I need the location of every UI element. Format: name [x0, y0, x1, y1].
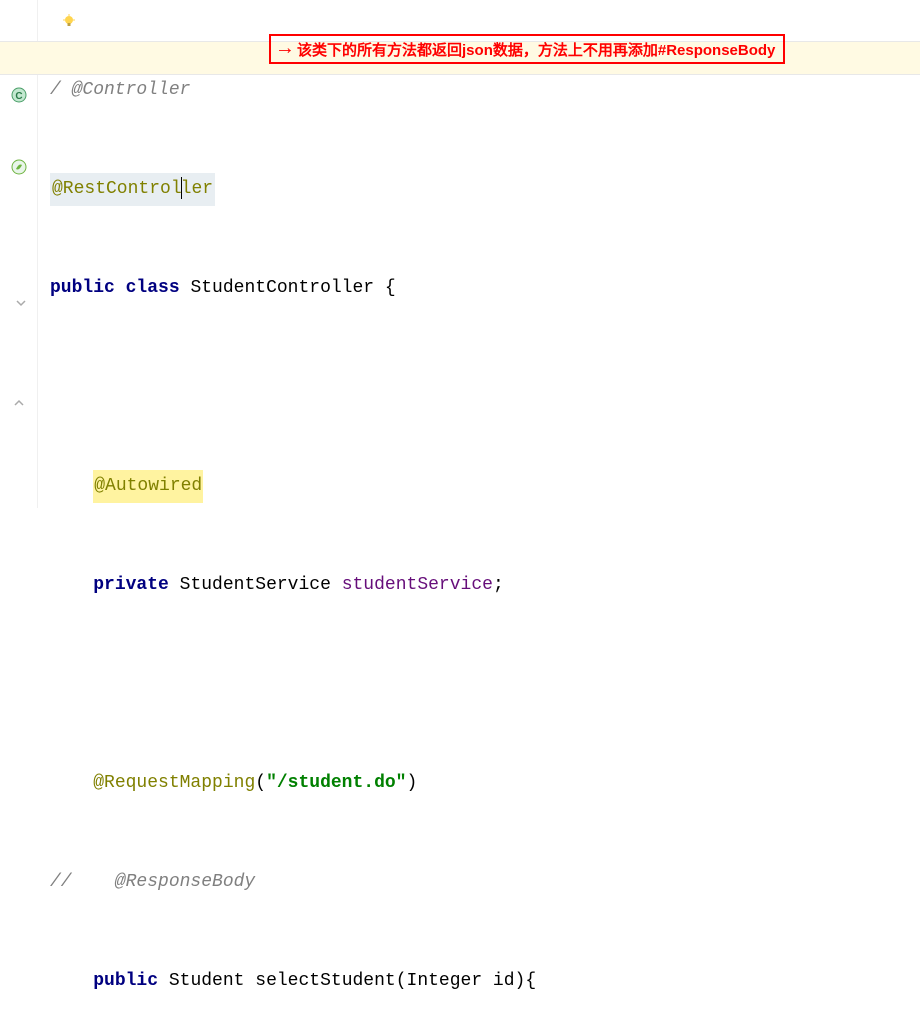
fold-expand-icon[interactable] — [16, 294, 26, 304]
intention-bulb-icon[interactable] — [62, 14, 76, 28]
code-line: / @Controller — [50, 74, 920, 107]
code-editor[interactable]: / @Controller @RestController public cla… — [38, 0, 920, 508]
code-line — [50, 371, 920, 404]
arrow-right-icon: → — [279, 38, 291, 61]
code-line — [50, 668, 920, 701]
annotation-callout: → 该类下的所有方法都返回json数据，方法上不用再添加#ResponseBod… — [269, 34, 785, 64]
code-line: @RestController — [50, 173, 920, 206]
svg-text:C: C — [15, 91, 22, 102]
code-line: public Student selectStudent(Integer id)… — [50, 965, 920, 998]
class-gutter-icon[interactable]: C — [10, 86, 28, 104]
code-line: @Autowired — [50, 470, 920, 503]
code-line: private StudentService studentService; — [50, 569, 920, 602]
method-fold-icon[interactable] — [14, 394, 24, 404]
spring-bean-icon[interactable] — [10, 158, 28, 176]
code-line: @RequestMapping("/student.do") — [50, 767, 920, 800]
code-line: // @ResponseBody — [50, 866, 920, 899]
code-line: public class StudentController { — [50, 272, 920, 305]
callout-text: 该类下的所有方法都返回json数据，方法上不用再添加#ResponseBody — [297, 39, 775, 60]
editor-gutter: C — [0, 0, 38, 508]
